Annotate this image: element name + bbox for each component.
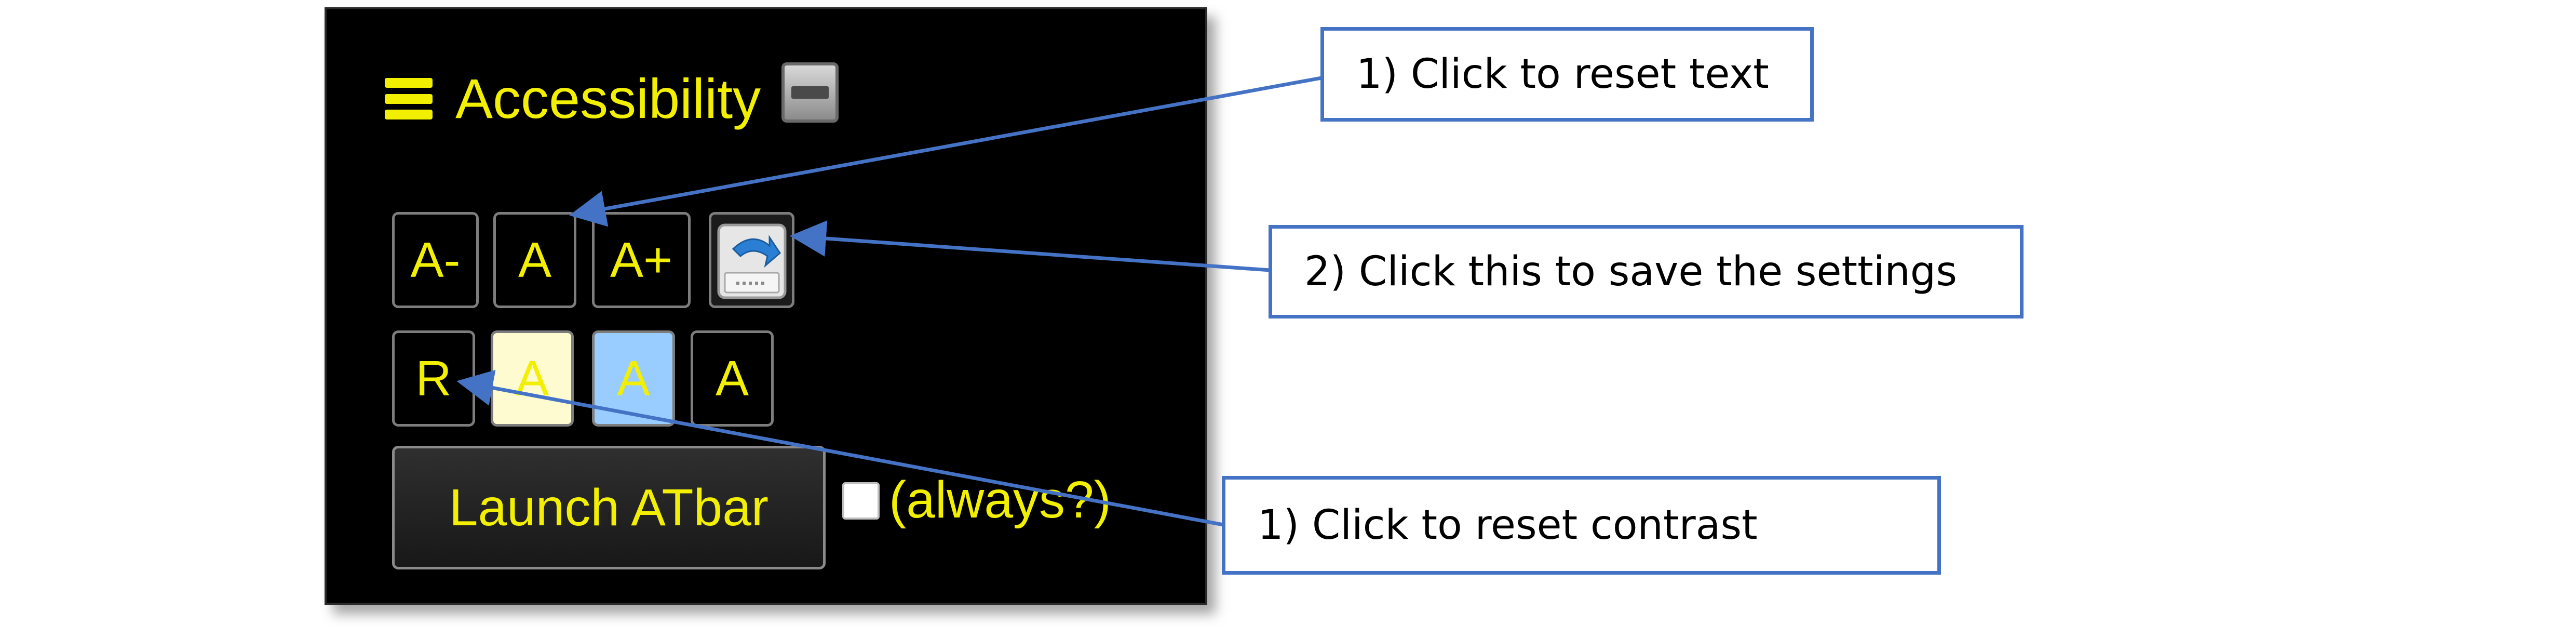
hamburger-icon[interactable] <box>385 78 433 120</box>
contrast-cream-button[interactable]: A <box>491 330 574 427</box>
reset-text-button[interactable]: A <box>493 212 576 308</box>
always-checkbox[interactable] <box>842 482 880 520</box>
panel-title: Accessibility <box>455 67 761 130</box>
callout-reset-text: 1) Click to reset text <box>1320 27 1814 122</box>
contrast-black-button[interactable]: A <box>691 330 774 427</box>
always-label: (always?) <box>889 471 1111 529</box>
launch-atbar-button[interactable]: Launch ATbar <box>392 446 826 569</box>
save-settings-icon <box>717 223 786 299</box>
panel-header[interactable]: Accessibility <box>385 71 761 127</box>
save-settings-button[interactable] <box>709 212 794 308</box>
increase-text-button[interactable]: A+ <box>592 212 691 308</box>
minimize-icon <box>791 86 829 99</box>
contrast-blue-button[interactable]: A <box>592 330 675 427</box>
callout-save-settings: 2) Click this to save the settings <box>1269 225 2024 318</box>
minimize-button[interactable] <box>781 62 839 123</box>
callout-reset-contrast: 1) Click to reset contrast <box>1222 476 1941 575</box>
decrease-text-button[interactable]: A- <box>392 212 479 308</box>
reset-contrast-button[interactable]: R <box>392 330 475 427</box>
